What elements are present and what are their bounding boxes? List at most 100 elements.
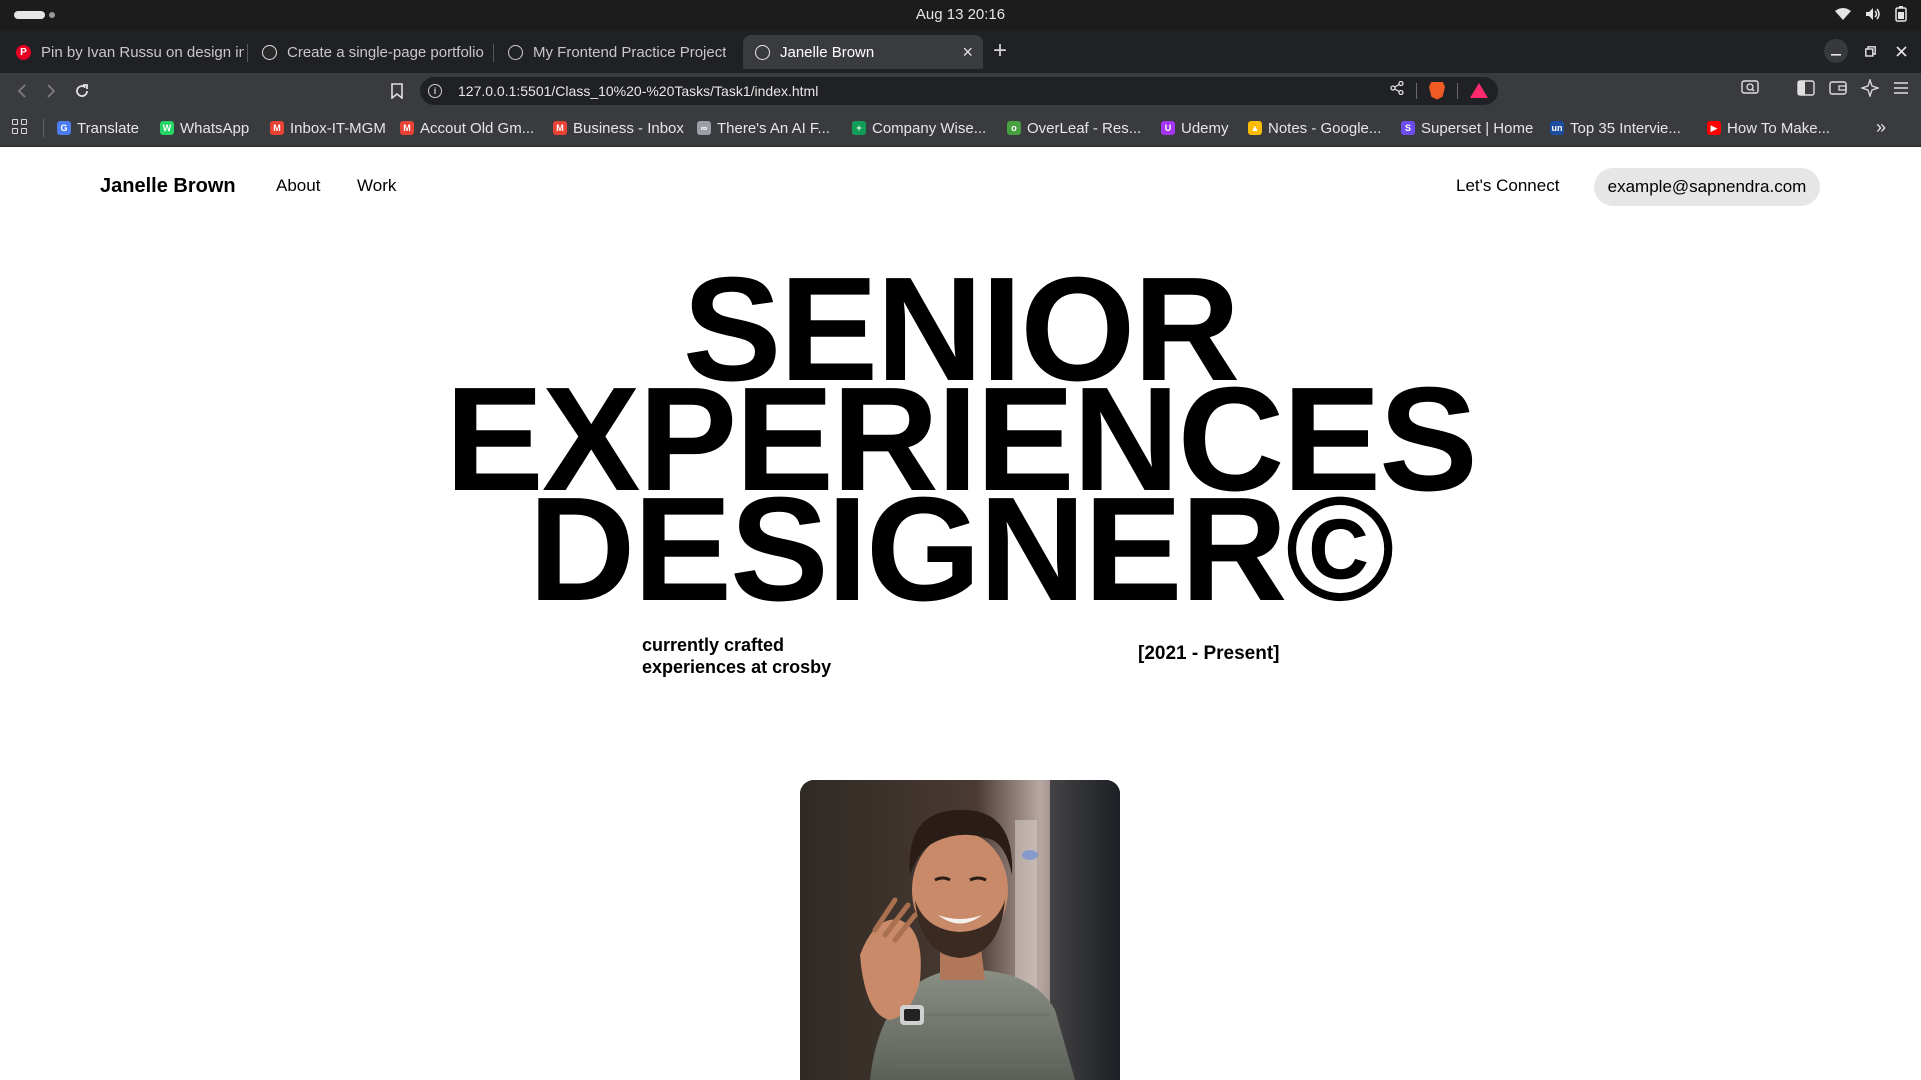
subtitle-line-1: currently crafted (642, 635, 785, 655)
bookmark-item[interactable]: un Top 35 Intervie... (1550, 118, 1681, 138)
email-pill-button[interactable]: example@sapnendra.com (1594, 168, 1820, 206)
tab-separator (247, 44, 248, 62)
tab-janelle-brown[interactable]: Janelle Brown × (743, 35, 983, 69)
drive-icon: ▲ (1248, 121, 1262, 135)
leo-ai-icon[interactable] (1859, 77, 1881, 102)
back-button[interactable] (10, 79, 34, 103)
bookmark-label: How To Make... (1727, 119, 1831, 137)
hero-line-designer: DESIGNER© (528, 467, 1394, 632)
overleaf-icon: o (1007, 121, 1021, 135)
forward-button[interactable] (39, 79, 63, 103)
close-tab-icon[interactable]: × (962, 43, 973, 61)
bookmark-item[interactable]: + Company Wise... (852, 118, 986, 138)
bookmark-label: Top 35 Intervie... (1570, 119, 1681, 137)
close-window-button[interactable] (1889, 39, 1913, 63)
gmail-icon: M (553, 121, 567, 135)
volume-icon (1865, 7, 1881, 21)
address-bar[interactable]: i 127.0.0.1:5501/Class_10%20-%20Tasks/Ta… (420, 77, 1498, 105)
nav-link-about[interactable]: About (276, 176, 320, 196)
system-status-area[interactable] (1835, 6, 1907, 22)
restore-window-button[interactable] (1858, 39, 1882, 63)
battery-icon (1895, 6, 1907, 22)
bookmarks-divider (43, 119, 44, 137)
whatsapp-icon: W (160, 121, 174, 135)
bookmark-item[interactable]: ▲ Notes - Google... (1248, 118, 1381, 138)
bookmark-page-button[interactable] (385, 79, 409, 103)
bookmark-label: Udemy (1181, 119, 1229, 137)
browser-tab-strip: P Pin by Ivan Russu on design in Create … (0, 30, 1921, 73)
bookmark-item[interactable]: M Business - Inbox (553, 118, 684, 138)
more-bookmarks-icon[interactable]: » (1876, 117, 1886, 138)
bookmark-item[interactable]: W WhatsApp (160, 118, 249, 138)
share-icon[interactable] (1390, 80, 1404, 100)
bookmark-label: Translate (77, 119, 139, 137)
bookmark-item[interactable]: G Translate (57, 118, 139, 138)
gmail-icon: M (400, 121, 414, 135)
bookmark-item[interactable]: M Inbox-IT-MGM (270, 118, 386, 138)
web-page-viewport: Janelle Brown About Work Let's Connect e… (0, 148, 1921, 1080)
wallet-icon[interactable] (1829, 80, 1847, 101)
forward-arrow-icon (47, 84, 56, 98)
translate-icon: G (57, 121, 71, 135)
site-brand[interactable]: Janelle Brown (100, 175, 236, 198)
back-arrow-icon (17, 84, 26, 98)
page-search-icon[interactable] (1741, 80, 1759, 101)
url-text[interactable]: 127.0.0.1:5501/Class_10%20-%20Tasks/Task… (458, 83, 818, 99)
site-info-icon[interactable]: i (428, 84, 442, 98)
hero-subtitle: currently crafted experiences at crosby (642, 634, 902, 678)
subtitle-line-2: experiences at crosby (642, 657, 832, 677)
bookmark-label: Superset | Home (1421, 119, 1534, 137)
os-clock[interactable]: Aug 13 20:16 (0, 6, 1921, 23)
bookmark-item[interactable]: ▶ How To Make... (1707, 118, 1830, 138)
hero-period: [2021 - Present] (1138, 643, 1280, 664)
bookmark-label: There's An AI F... (717, 119, 830, 137)
menu-icon[interactable] (1893, 81, 1909, 100)
bookmark-label: Notes - Google... (1268, 119, 1382, 137)
bookmark-icon (391, 83, 403, 99)
bookmark-label: Accout Old Gm... (420, 119, 535, 137)
bookmark-label: OverLeaf - Res... (1027, 119, 1142, 137)
sheets-icon: + (852, 121, 866, 135)
openai-icon (262, 44, 277, 60)
bookmark-item[interactable]: M Accout Old Gm... (400, 118, 534, 138)
new-tab-button[interactable]: + (993, 38, 1007, 64)
bookmark-item[interactable]: o OverLeaf - Res... (1007, 118, 1141, 138)
brave-shields-icon[interactable] (1429, 81, 1445, 100)
tab-separator (493, 44, 494, 62)
tab-title: Janelle Brown (780, 43, 875, 61)
tab-title: Create a single-page portfolio (287, 43, 484, 61)
tab-frontend-practice[interactable]: My Frontend Practice Project (496, 35, 736, 69)
bookmarks-bar: G Translate W WhatsApp M Inbox-IT-MGM M Accout … (0, 109, 1921, 147)
pinterest-icon: P (16, 44, 31, 60)
bookmark-item[interactable]: U Udemy (1161, 118, 1229, 138)
tab-pinterest[interactable]: P Pin by Ivan Russu on design in (4, 35, 244, 69)
sidebar-icon[interactable] (1797, 80, 1815, 101)
globe-icon (755, 44, 770, 60)
bookmark-label: Business - Inbox (573, 119, 684, 137)
browser-toolbar: i 127.0.0.1:5501/Class_10%20-%20Tasks/Ta… (0, 73, 1921, 109)
lets-connect-link[interactable]: Let's Connect (1456, 176, 1559, 196)
reload-button[interactable] (70, 79, 94, 103)
youtube-icon: ▶ (1707, 121, 1721, 135)
apps-grid-icon[interactable] (12, 119, 29, 136)
superset-icon: S (1401, 121, 1415, 135)
globe-icon (508, 44, 523, 60)
tab-title: Pin by Ivan Russu on design in (41, 43, 244, 61)
os-top-bar: Aug 13 20:16 (0, 0, 1921, 30)
bookmark-item[interactable]: ∞ There's An AI F... (697, 118, 830, 138)
bookmark-item[interactable]: S Superset | Home (1401, 118, 1533, 138)
toolbar-right-actions (1741, 77, 1909, 102)
minimize-window-button[interactable] (1824, 39, 1848, 63)
portrait-illustration (800, 780, 1120, 1080)
unstop-icon: un (1550, 121, 1564, 135)
profile-photo (800, 780, 1120, 1080)
nav-link-work[interactable]: Work (357, 176, 396, 196)
omnibox-divider (1416, 82, 1417, 99)
gmail-icon: M (270, 121, 284, 135)
brave-rewards-icon[interactable] (1470, 83, 1488, 98)
tab-chatgpt[interactable]: Create a single-page portfolio (250, 35, 490, 69)
tab-title: My Frontend Practice Project (533, 43, 727, 61)
link-icon: ∞ (697, 121, 711, 135)
wifi-icon (1835, 7, 1851, 21)
bookmark-label: Company Wise... (872, 119, 987, 137)
